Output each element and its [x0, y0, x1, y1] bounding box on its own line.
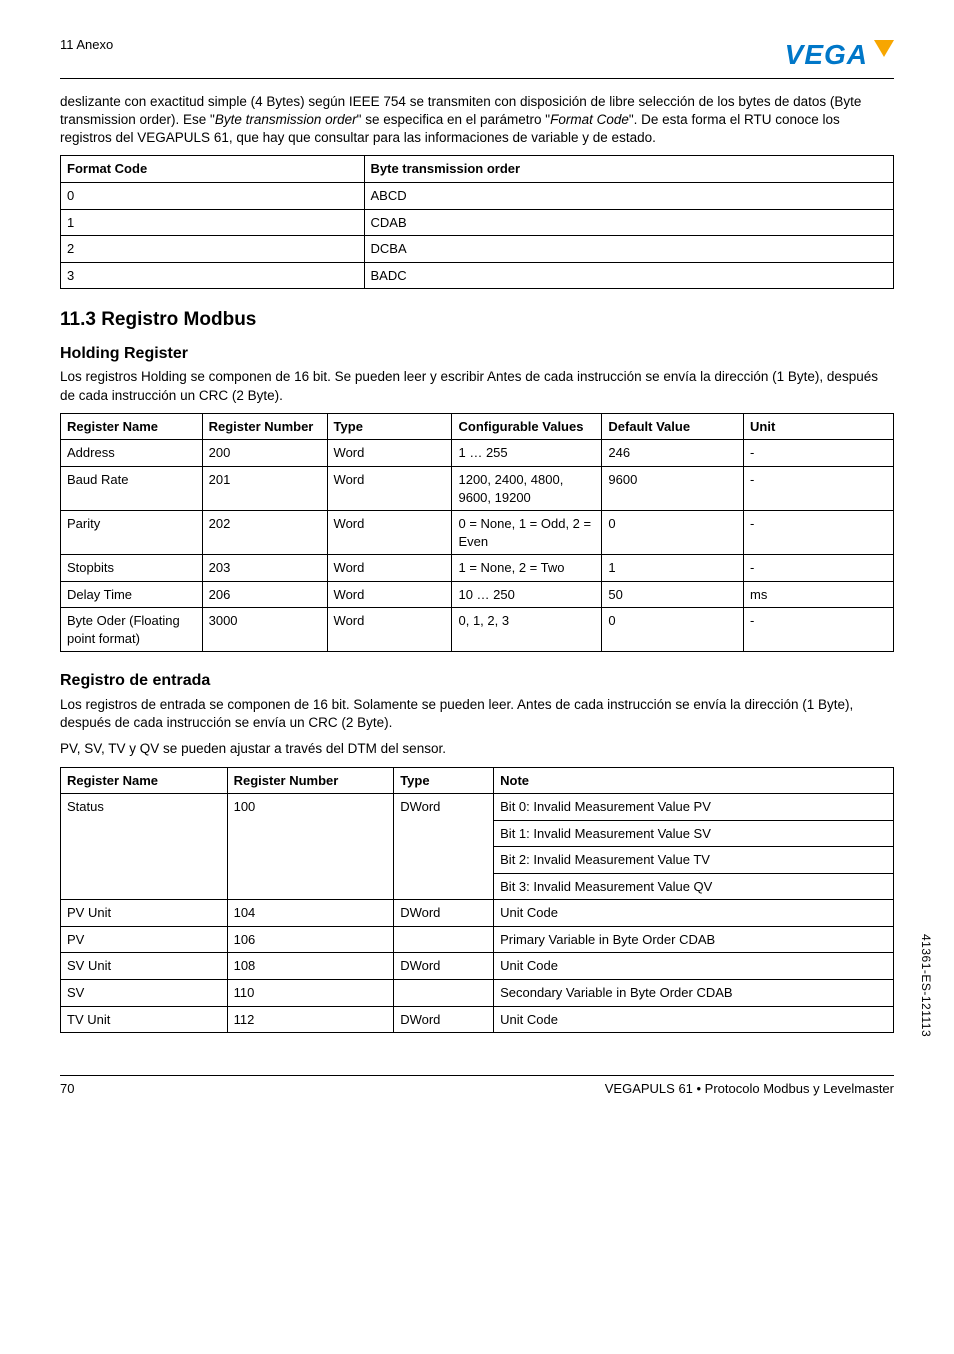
- table-row: 2DCBA: [61, 236, 894, 263]
- table-row: Delay Time206Word10 … 25050ms: [61, 581, 894, 608]
- brand-text: VEGA: [785, 36, 868, 74]
- input-register-text-2: PV, SV, TV y QV se pueden ajustar a trav…: [60, 740, 894, 758]
- holding-register-heading: Holding Register: [60, 343, 894, 365]
- table-row: Address200Word1 … 255246-: [61, 440, 894, 467]
- holding-register-table: Register Name Register Number Type Confi…: [60, 413, 894, 652]
- input-register-text-1: Los registros de entrada se componen de …: [60, 696, 894, 732]
- fc-header-order: Byte transmission order: [364, 156, 894, 183]
- page-header: 11 Anexo VEGA: [60, 36, 894, 79]
- input-register-table: Register Name Register Number Type Note …: [60, 767, 894, 1033]
- table-row: TV Unit112DWordUnit Code: [61, 1006, 894, 1033]
- table-row: SV Unit108DWordUnit Code: [61, 953, 894, 980]
- brand-triangle-icon: [874, 40, 894, 57]
- intro-paragraph: deslizante con exactitud simple (4 Bytes…: [60, 93, 894, 148]
- format-code-table: Format Code Byte transmission order 0ABC…: [60, 155, 894, 289]
- brand-logo: VEGA: [785, 36, 894, 74]
- holding-register-text: Los registros Holding se componen de 16 …: [60, 368, 894, 404]
- table-row: Byte Oder (Floating point format)3000Wor…: [61, 608, 894, 652]
- header-section-label: 11 Anexo: [60, 36, 113, 54]
- table-row: 0ABCD: [61, 183, 894, 210]
- table-row: PV106Primary Variable in Byte Order CDAB: [61, 926, 894, 953]
- section-title-11-3: 11.3 Registro Modbus: [60, 307, 894, 333]
- table-row: 1CDAB: [61, 209, 894, 236]
- page-number: 70: [60, 1080, 74, 1098]
- footer-doc-title: VEGAPULS 61 • Protocolo Modbus y Levelma…: [605, 1080, 894, 1098]
- table-row: SV110Secondary Variable in Byte Order CD…: [61, 979, 894, 1006]
- table-row: Stopbits203Word1 = None, 2 = Two1-: [61, 555, 894, 582]
- table-row: Status 100 DWord Bit 0: Invalid Measurem…: [61, 794, 894, 821]
- input-register-heading: Registro de entrada: [60, 670, 894, 692]
- page-footer: 70 VEGAPULS 61 • Protocolo Modbus y Leve…: [60, 1075, 894, 1098]
- table-row: Parity202Word0 = None, 1 = Odd, 2 = Even…: [61, 511, 894, 555]
- table-row: 3BADC: [61, 262, 894, 289]
- document-id-side: 41361-ES-121113: [918, 934, 934, 1037]
- table-row: PV Unit104DWordUnit Code: [61, 900, 894, 927]
- table-row: Baud Rate201Word1200, 2400, 4800, 9600, …: [61, 466, 894, 510]
- fc-header-code: Format Code: [61, 156, 365, 183]
